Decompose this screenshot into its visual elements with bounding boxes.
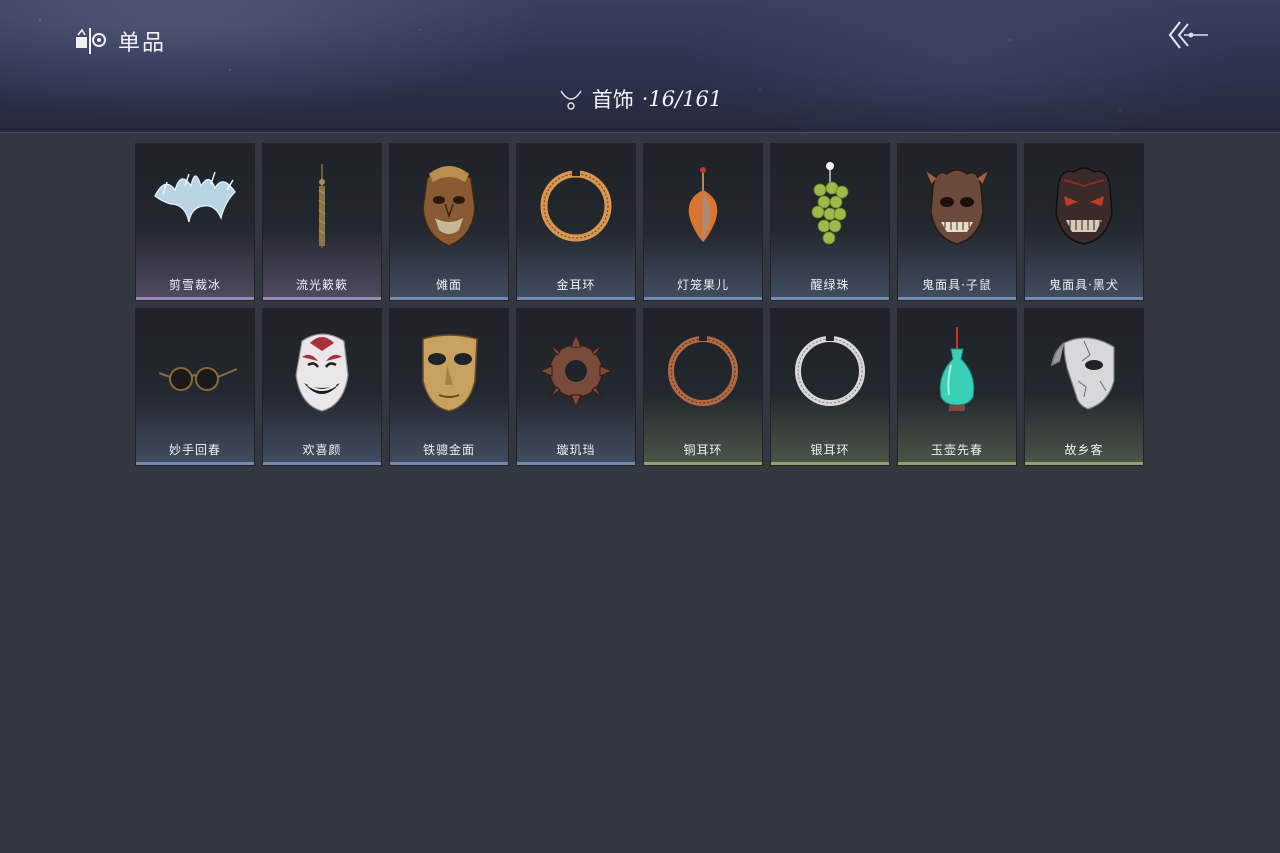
rarity-edge [517,297,635,300]
item-card[interactable]: 铜耳环 [644,309,762,465]
item-card[interactable]: 醒绿珠 [771,144,889,300]
copper-earring-icon [668,335,738,406]
item-card[interactable]: 流光簌簌 [263,144,381,300]
item-name: 故乡客 [1064,443,1104,457]
item-card[interactable]: 故乡客 [1025,309,1143,465]
category-count: ·16/161 [641,87,723,111]
item-card[interactable]: 鬼面具·子鼠 [898,144,1016,300]
cracked-half-mask-icon [1051,337,1115,410]
necklace-icon [560,90,582,110]
gold-earring-icon [540,170,612,242]
rarity-edge [898,297,1016,300]
rarity-edge [263,462,381,465]
rarity-edge [1025,297,1143,300]
page-title: 单品 [118,31,167,56]
rat-ghost-mask-icon [923,168,991,245]
item-card[interactable]: 灯笼果儿 [644,144,762,300]
item-card[interactable]: 鬼面具·黑犬 [1025,144,1143,300]
item-name: 铁骢金面 [422,443,475,457]
ice-crown-icon [154,171,236,223]
rarity-edge [644,462,762,465]
rarity-edge [263,297,381,300]
item-name: 灯笼果儿 [676,278,729,292]
item-name: 金耳环 [556,278,596,292]
category-heading: 首饰 ·16/161 [0,84,1280,114]
round-glasses-icon [158,367,238,391]
rarity-edge [771,462,889,465]
item-card[interactable]: 傩面 [390,144,508,300]
rarity-edge [136,462,254,465]
item-name: 璇玑珰 [556,443,596,457]
rarity-edge [771,297,889,300]
rarity-edge [898,462,1016,465]
silver-earring-icon [795,335,865,406]
category-name: 首饰 [591,88,634,112]
item-name: 鬼面具·子鼠 [922,278,992,292]
item-card[interactable]: 铁骢金面 [390,309,508,465]
item-card[interactable]: 剪雪裁冰 [136,144,254,300]
item-name: 流光簌簌 [295,278,348,292]
rarity-edge [390,297,508,300]
nuo-mask-icon [422,166,476,247]
item-name: 傩面 [435,278,462,292]
rarity-edge [390,462,508,465]
item-name: 妙手回春 [168,443,221,457]
rarity-edge [644,297,762,300]
item-card[interactable]: 银耳环 [771,309,889,465]
item-card[interactable]: 玉壶先春 [898,309,1016,465]
item-name: 欢喜颜 [302,443,342,457]
rarity-edge [1025,462,1143,465]
brand: 单品 [74,24,166,58]
item-card[interactable]: 金耳环 [517,144,635,300]
back-button[interactable] [1166,18,1210,52]
item-card[interactable]: 欢喜颜 [263,309,381,465]
item-card[interactable]: 妙手回春 [136,309,254,465]
item-grid: 剪雪裁冰 流光簌簌 傩面 金耳环 灯笼果儿 醒绿珠 鬼面具·子鼠 鬼面具·黑犬妙手回春 欢喜颜 铁… [136,144,1143,465]
cog-ring-icon [538,333,614,409]
item-name: 银耳环 [810,443,850,457]
item-name: 铜耳环 [683,443,723,457]
golden-half-mask-icon [422,334,478,412]
item-name: 剪雪裁冰 [168,278,221,292]
item-name: 醒绿珠 [810,278,850,292]
header-banner: 单品 首饰 ·16/161 [0,0,1280,133]
double-chevron-back-icon [1168,21,1208,49]
rarity-edge [517,462,635,465]
rarity-edge [136,297,254,300]
item-name: 玉壶先春 [930,443,983,457]
smiling-mask-icon [295,333,349,412]
item-card[interactable]: 璇玑珰 [517,309,635,465]
item-name: 鬼面具·黑犬 [1049,278,1119,292]
lantern-fruit-icon [688,167,718,242]
jade-vase-icon [939,327,975,411]
collection-logo-icon [76,28,106,54]
green-grape-beads-icon [811,162,849,245]
dog-ghost-mask-icon [1055,167,1113,245]
hairpin-tassel-icon [318,164,326,248]
